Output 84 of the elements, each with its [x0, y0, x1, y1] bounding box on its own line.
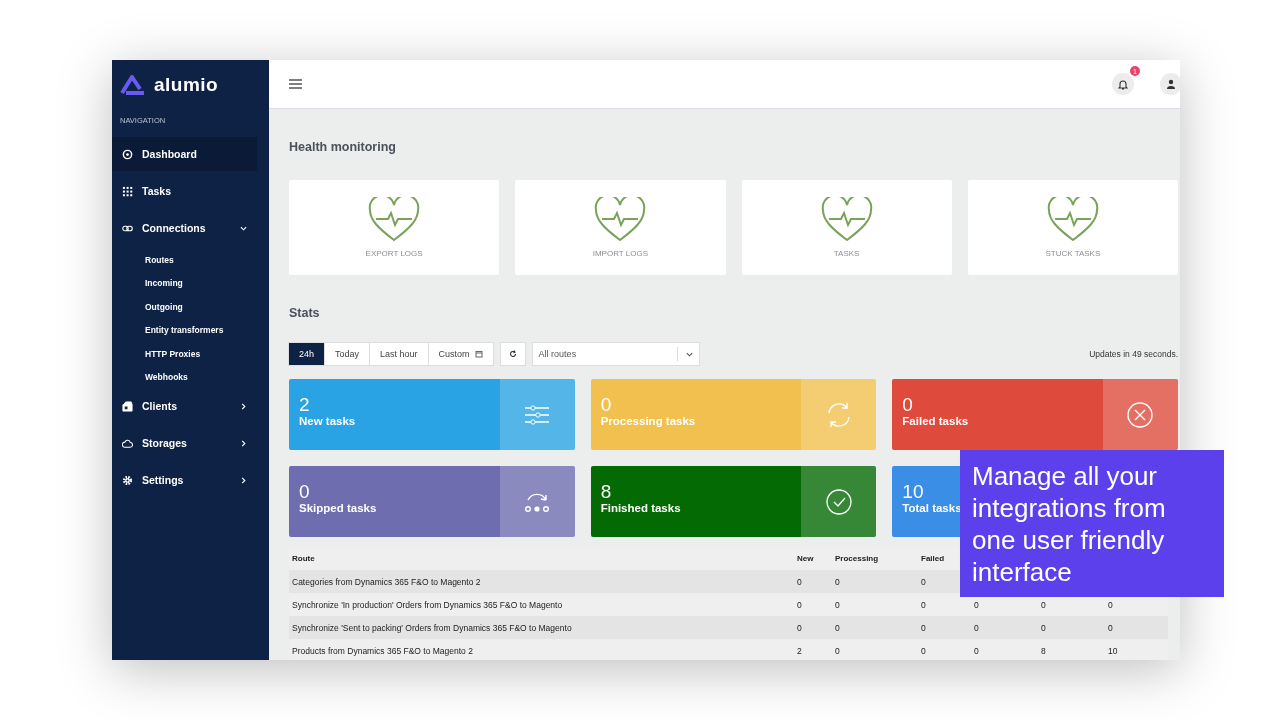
nav-item[interactable]: Settings	[112, 463, 257, 497]
settings-icon	[122, 474, 133, 486]
user-button[interactable]	[1160, 73, 1180, 95]
table-cell-text: 0	[797, 576, 803, 587]
logo-text: alumio	[154, 74, 219, 96]
table-cell-text: 0	[1041, 599, 1047, 610]
heart-pulse-icon	[368, 197, 421, 243]
table-cell-text: 0	[974, 622, 980, 633]
table-cell-text: 0	[1108, 599, 1114, 610]
chevron-icon	[240, 402, 247, 410]
column-header: Failed	[921, 554, 946, 563]
range-tab[interactable]: Custom	[427, 342, 494, 366]
grid-icon	[122, 185, 133, 197]
close-circle-icon	[1125, 399, 1156, 430]
table-cell-text: 0	[921, 645, 927, 656]
table-cell-text: Products from Dynamics 365 F&O to Magento 2	[292, 645, 474, 656]
range-tab[interactable]: Last hour	[369, 342, 429, 366]
chevron-icon	[685, 350, 693, 358]
column-header: New	[797, 554, 815, 563]
table-cell-text: 0	[835, 645, 841, 656]
table-cell-text: Categories from Dynamics 365 F&O to Magento 2	[292, 576, 482, 587]
table-cell-text: 0	[835, 622, 841, 633]
table-cell-text: 0	[974, 645, 980, 656]
table-cell-text: 0	[797, 599, 803, 610]
table-cell-text: 8	[1041, 645, 1047, 656]
store-icon	[122, 400, 133, 412]
column-header: Processing	[835, 554, 880, 563]
callout-text: Manage all your integrations from one user friendly interface	[960, 450, 1224, 597]
range-tab[interactable]: 24h	[288, 342, 326, 366]
cloud-icon	[122, 437, 133, 449]
nav-subitem[interactable]: HTTP Proxies	[112, 342, 269, 366]
menu-icon[interactable]	[289, 79, 302, 89]
table-cell-text: 0	[921, 622, 927, 633]
heart-pulse-icon	[594, 197, 647, 243]
nav-item[interactable]: Storages	[112, 426, 257, 460]
nav-item[interactable]: Tasks	[112, 174, 257, 208]
column-header: Route	[292, 554, 316, 563]
table-cell-text: 2	[797, 645, 803, 656]
health-card[interactable]: IMPORT LOGS	[515, 180, 726, 275]
section-title: Health monitoring	[289, 140, 397, 154]
table-cell-text: 0	[921, 599, 927, 610]
table-cell-text: 0	[974, 599, 980, 610]
refresh-button[interactable]	[499, 342, 526, 366]
table-cell-text: 0	[797, 622, 803, 633]
heart-pulse-icon	[1046, 197, 1099, 243]
stat-card: 8 Finished tasks	[590, 466, 877, 537]
nav-subitem[interactable]: Entity transformers	[112, 318, 269, 342]
table-cell-text: 10	[1108, 645, 1119, 656]
notification-button[interactable]	[1112, 73, 1134, 95]
chevron-icon	[240, 476, 247, 484]
health-card[interactable]: STUCK TASKS	[967, 180, 1178, 275]
health-card[interactable]: TASKS	[741, 180, 952, 275]
nav-item[interactable]: Clients	[112, 389, 257, 423]
user-icon	[1166, 79, 1176, 89]
nav-item[interactable]: Connections	[112, 211, 257, 245]
health-card[interactable]: EXPORT LOGS	[289, 180, 500, 275]
nav-subitem[interactable]: Routes	[112, 248, 269, 272]
nav-subitem[interactable]: Outgoing	[112, 295, 269, 319]
table-cell-text: 0	[1041, 622, 1047, 633]
check-circle-icon	[823, 486, 854, 517]
nav-subitem[interactable]: Incoming	[112, 271, 269, 295]
range-tab[interactable]: Today	[324, 342, 371, 366]
table-cell-text: 0	[921, 576, 927, 587]
table-cell-text: 0	[1108, 622, 1114, 633]
stat-card: 2 New tasks	[289, 379, 575, 450]
refresh-icon	[508, 350, 517, 358]
stat-card: 0 Failed tasks	[892, 379, 1178, 450]
nav-item[interactable]: Dashboard	[112, 137, 257, 171]
table-cell-text: 0	[835, 576, 841, 587]
route-select[interactable]: All routes	[531, 342, 700, 366]
table-cell-text: Synchronize 'In production' Orders from Dynamics 365 F&O to Magento	[292, 599, 564, 610]
update-note: Updates in 49 seconds.	[1089, 349, 1178, 359]
stat-card: 0 Skipped tasks	[289, 466, 575, 537]
chevron-icon	[240, 224, 247, 232]
stat-card: 0 Processing tasks	[590, 379, 877, 450]
section-title: Stats	[289, 306, 321, 320]
dashboard-icon	[122, 148, 133, 160]
bell-icon	[1118, 78, 1128, 90]
table-cell-text: Synchronize 'Sent to packing' Orders from Dynamics 365 F&O to Magento	[292, 622, 573, 633]
heart-pulse-icon	[820, 197, 873, 243]
calendar-icon	[474, 350, 483, 358]
table-cell-text: 0	[835, 599, 841, 610]
chevron-icon	[240, 439, 247, 447]
nav-subitem[interactable]: Webhooks	[112, 365, 269, 389]
